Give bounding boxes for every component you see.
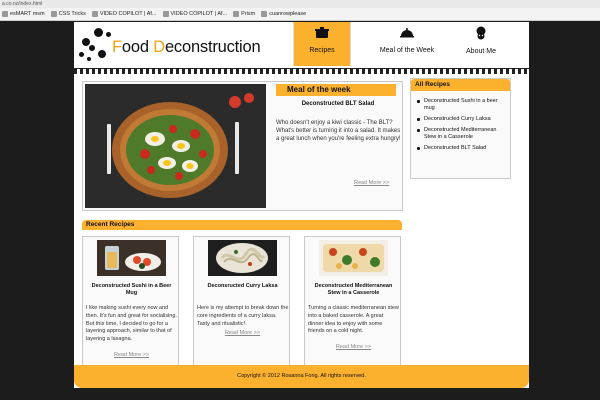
all-recipes-list: Deconstructed Sushi in a beer mug Decons… [417, 98, 509, 156]
recipe-card-title: Deconsructed Curry Laksa [207, 283, 278, 289]
casserole-image[interactable] [319, 240, 388, 276]
recipe-card: Deconstructed Sushi in a Beer Mug I like… [82, 236, 179, 376]
bookmark-label: cuanrowplease [269, 10, 307, 17]
logo-letter-d: D [153, 38, 165, 56]
recipe-card-read-more-link[interactable]: Read More >> [83, 352, 180, 358]
recipe-card-title: Deconstructed Sushi in a Beer Mug [91, 283, 172, 296]
site-footer: Copyright © 2012 Rosanna Fong. All right… [74, 365, 529, 388]
address-bar-url[interactable]: a.co.nz/index.html [2, 1, 42, 7]
nav-about-me[interactable]: About Me [452, 22, 510, 66]
laksa-image[interactable] [208, 240, 277, 276]
copyright-text: Copyright © 2012 Rosanna Fong. All right… [237, 373, 366, 379]
logo-dot [89, 45, 95, 51]
bookmark-icon [91, 11, 98, 17]
logo-dot [94, 28, 103, 37]
meal-read-more-link[interactable]: Read More >> [354, 180, 389, 186]
nav-meal-of-the-week[interactable]: Meal of the Week [372, 22, 442, 66]
bookmarks-bar: esMART msm CSS Tricks VIDEO COPILOT | Af… [0, 8, 600, 21]
bookmark-label: Prism [241, 10, 256, 17]
logo-dot [106, 32, 111, 37]
site-container: Food Deconstruction Recipes Meal of the … [74, 22, 529, 388]
all-recipes-sidebar: All Recipes Deconstructed Sushi in a bee… [410, 78, 511, 179]
bookmark-item[interactable]: CSS Tricks [50, 8, 86, 20]
bookmark-icon [162, 11, 169, 17]
recipe-card-read-more-link[interactable]: Read More >> [305, 344, 402, 350]
sushi-image[interactable] [97, 240, 166, 276]
logo-dot [82, 38, 90, 46]
bookmark-icon [2, 11, 8, 17]
recipe-card-title: Deconstructed Mediterranean Stew in a Ca… [314, 283, 393, 296]
logo-word-econstruction: econstruction [164, 38, 261, 56]
bookmark-icon [50, 11, 57, 17]
meal-heading: Meal of the week [276, 84, 396, 96]
recipe-card: Deconstructed Mediterranean Stew in a Ca… [304, 236, 401, 376]
sidebar-recipe-link[interactable]: Deconstructed BLT Salad [417, 145, 509, 152]
recipe-card-description: Here is my attempt to break down the cor… [197, 305, 289, 327]
nav-meal-label: Meal of the Week [379, 47, 435, 54]
recipe-card: Deconsructed Curry Laksa Here is my atte… [193, 236, 290, 376]
logo-text: Food Deconstruction [112, 38, 261, 57]
header-divider [74, 68, 529, 74]
bookmark-item[interactable]: VIDEO COPILOT | Af... [91, 8, 157, 20]
bookmark-item[interactable]: esMART msm [2, 8, 45, 20]
bookmark-icon [233, 11, 240, 17]
nav-recipes-label: Recipes [309, 47, 335, 54]
meal-description: Who doesn't enjoy a kiwi classic - The B… [276, 120, 401, 142]
site-logo[interactable]: Food Deconstruction [78, 28, 278, 64]
pot-icon [294, 26, 350, 42]
sidebar-recipe-link[interactable]: Deconstructed Mediterranean Stew in a Ca… [417, 127, 509, 141]
blt-salad-image[interactable] [85, 84, 266, 208]
bookmark-icon [261, 11, 268, 17]
logo-dot [98, 50, 106, 58]
recent-recipes-heading: Recent Recipes [82, 220, 402, 230]
bookmark-item[interactable]: cuanrowplease [261, 8, 306, 20]
site-header: Food Deconstruction Recipes Meal of the … [74, 22, 529, 68]
bookmark-label: VIDEO COPILOT | Af... [170, 10, 228, 17]
nav-recipes[interactable]: Recipes [293, 22, 351, 66]
logo-letter-f: F [112, 38, 122, 56]
nav-about-label: About Me [466, 48, 496, 55]
logo-dot [87, 57, 91, 61]
logo-word-ood: ood [121, 38, 154, 56]
chef-icon [452, 26, 510, 43]
bookmark-item[interactable]: VIDEO COPILOT | Af... [162, 8, 228, 20]
logo-dot [79, 52, 84, 57]
recipe-card-read-more-link[interactable]: Read More >> [194, 330, 291, 336]
recipe-card-description: Turning a classic mediterranean stew int… [308, 305, 399, 335]
meal-of-the-week-panel: Meal of the week Deconstructed BLT Salad… [82, 81, 403, 211]
recipe-card-description: I like making sushi every now and then. … [86, 305, 177, 343]
sidebar-recipe-link[interactable]: Deconstructed Sushi in a beer mug [417, 98, 509, 112]
bookmark-label: esMART msm [10, 10, 45, 17]
cloche-icon [372, 26, 442, 42]
address-bar[interactable]: a.co.nz/index.html [0, 0, 600, 8]
bookmark-label: CSS Tricks [58, 10, 86, 17]
bookmark-label: VIDEO COPILOT | Af... [99, 10, 157, 17]
bookmark-item[interactable]: Prism [233, 8, 255, 20]
sidebar-recipe-link[interactable]: Deconstructed Curry Laksa [417, 116, 509, 123]
all-recipes-heading: All Recipes [411, 79, 510, 91]
meal-subtitle: Deconstructed BLT Salad [301, 101, 375, 107]
